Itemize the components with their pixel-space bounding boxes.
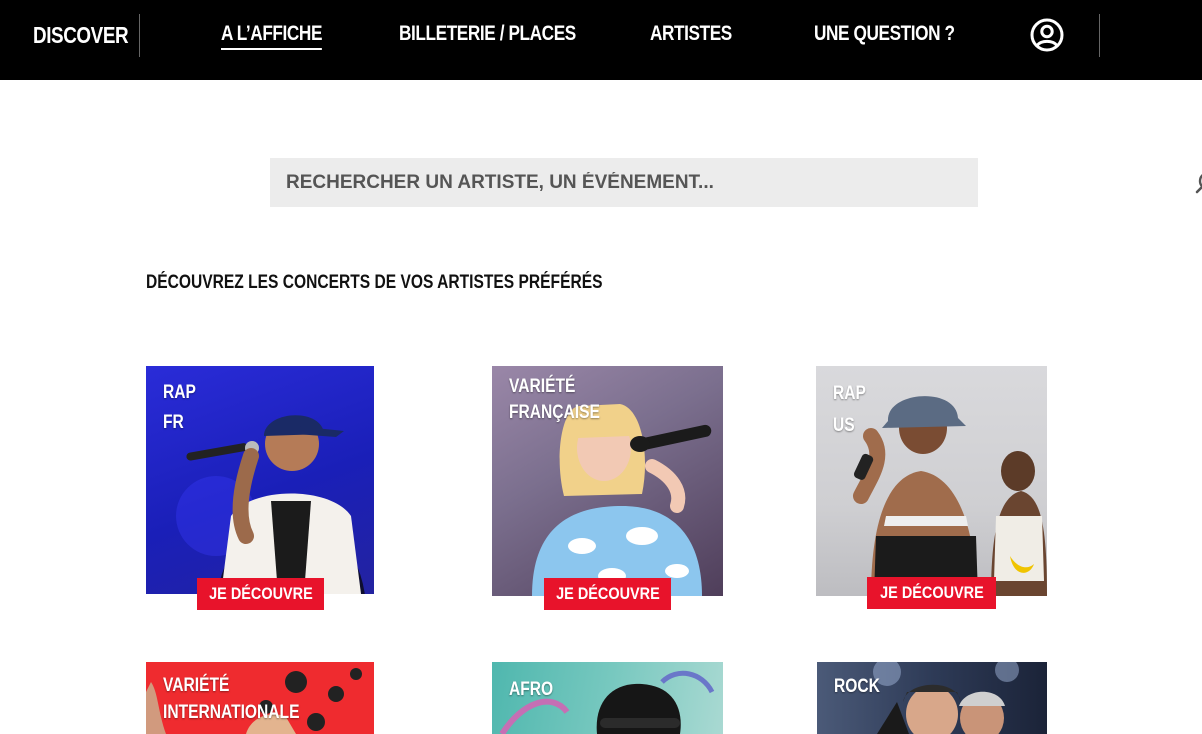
category-card-afro[interactable]: AFRO — [492, 662, 723, 734]
search-input[interactable] — [270, 158, 910, 207]
nav-divider-right — [1099, 14, 1100, 57]
discover-button[interactable]: JE DÉCOUVRE — [197, 578, 324, 610]
section-title: DÉCOUVREZ LES CONCERTS DE VOS ARTISTES P… — [146, 272, 603, 293]
discover-button-label: JE DÉCOUVRE — [208, 584, 313, 603]
discover-button-label: JE DÉCOUVRE — [879, 583, 984, 602]
discover-button-label: JE DÉCOUVRE — [555, 584, 660, 603]
nav-divider — [139, 14, 140, 57]
search-bar — [270, 158, 1202, 207]
discover-button[interactable]: JE DÉCOUVRE — [867, 577, 996, 609]
nav-item-question[interactable]: UNE QUESTION ? — [814, 22, 955, 46]
nav-item-a-laffiche[interactable]: A L’AFFICHE — [221, 22, 322, 50]
category-label: VARIÉTÉ INTERNATIONALE — [163, 675, 300, 723]
category-label: RAP FR — [163, 382, 196, 433]
brand-logo[interactable]: DISCOVER — [33, 22, 129, 49]
user-circle-icon[interactable] — [1030, 18, 1064, 52]
search-icon[interactable] — [1194, 158, 1202, 207]
category-label: AFRO — [509, 679, 554, 700]
category-label: RAP US — [833, 383, 866, 436]
category-label: ROCK — [834, 676, 880, 697]
nav-item-artistes[interactable]: ARTISTES — [650, 22, 732, 46]
discover-button[interactable]: JE DÉCOUVRE — [544, 578, 671, 610]
category-card-variete-internationale[interactable]: VARIÉTÉ INTERNATIONALE — [146, 662, 374, 734]
category-card-variete-francaise[interactable]: VARIÉTÉ FRANÇAISE JE DÉCOUVRE — [492, 366, 723, 610]
nav-item-billeterie[interactable]: BILLETERIE / PLACES — [399, 22, 576, 46]
category-card-rap-fr[interactable]: RAP FR JE DÉCOUVRE — [146, 366, 374, 610]
category-card-rap-us[interactable]: RAP US JE DÉCOUVRE — [816, 366, 1047, 610]
category-label: VARIÉTÉ FRANÇAISE — [509, 376, 600, 423]
category-card-rock[interactable]: ROCK — [817, 662, 1047, 734]
top-nav: DISCOVER A L’AFFICHE BILLETERIE / PLACES… — [0, 0, 1202, 80]
